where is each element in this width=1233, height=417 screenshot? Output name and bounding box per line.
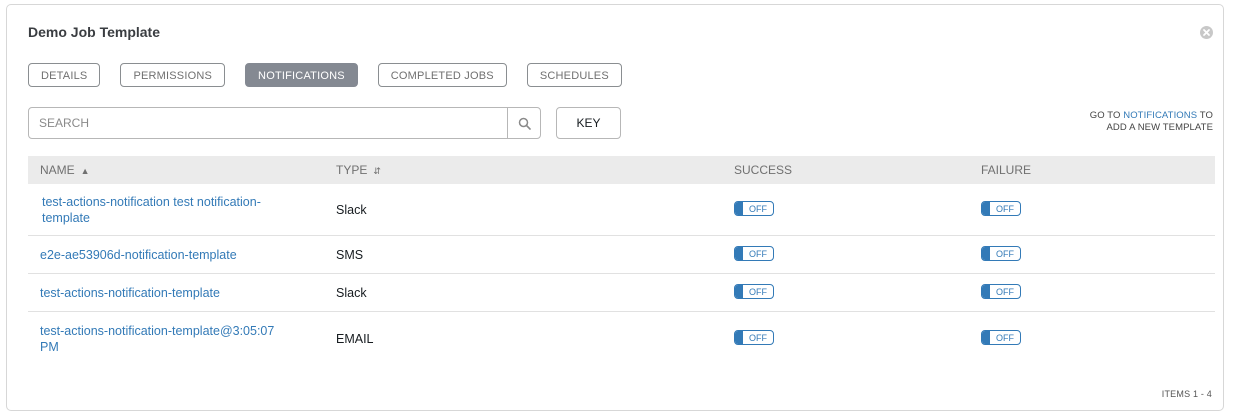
toggle-label: OFF	[996, 203, 1014, 214]
toggle-knob	[982, 331, 990, 344]
tab-schedules[interactable]: SCHEDULES	[526, 63, 622, 87]
success-toggle[interactable]: OFF	[734, 246, 774, 261]
goto-suffix: TO	[1197, 110, 1213, 121]
toggle-knob	[982, 202, 990, 215]
panel-title: Demo Job Template	[28, 24, 160, 40]
header-type[interactable]: TYPE ⇵	[326, 163, 724, 177]
toggle-knob	[735, 247, 743, 260]
success-toggle[interactable]: OFF	[734, 201, 774, 216]
tab-bar: DETAILS PERMISSIONS NOTIFICATIONS COMPLE…	[28, 63, 642, 87]
header-name-label: NAME	[40, 163, 75, 177]
table-header: NAME ▲ TYPE ⇵ SUCCESS FAILURE	[28, 156, 1215, 184]
failure-toggle[interactable]: OFF	[981, 330, 1021, 345]
tab-permissions[interactable]: PERMISSIONS	[120, 63, 226, 87]
toggle-label: OFF	[749, 286, 767, 297]
header-success: SUCCESS	[734, 163, 793, 177]
close-icon[interactable]	[1200, 26, 1213, 39]
search-box	[28, 107, 541, 139]
key-button[interactable]: KEY	[556, 107, 621, 139]
tab-details[interactable]: DETAILS	[28, 63, 101, 87]
goto-line2: ADD A NEW TEMPLATE	[1106, 122, 1213, 133]
search-icon	[518, 117, 531, 130]
tab-notifications[interactable]: NOTIFICATIONS	[245, 63, 358, 87]
toggle-knob	[735, 202, 743, 215]
toggle-label: OFF	[996, 248, 1014, 259]
failure-toggle[interactable]: OFF	[981, 246, 1021, 261]
sort-asc-icon[interactable]: ▲	[81, 166, 90, 176]
items-count: ITEMS 1 - 4	[1161, 389, 1212, 399]
success-toggle[interactable]: OFF	[734, 284, 774, 299]
notification-name-link[interactable]: e2e-ae53906d-notification-template	[40, 247, 326, 263]
toggle-label: OFF	[749, 203, 767, 214]
notification-type: Slack	[336, 285, 367, 300]
table-row: test-actions-notification test notificat…	[28, 184, 1215, 236]
goto-prefix: GO TO	[1089, 110, 1124, 121]
failure-toggle[interactable]: OFF	[981, 284, 1021, 299]
sort-both-icon[interactable]: ⇵	[373, 166, 381, 176]
toggle-knob	[735, 331, 743, 344]
job-template-panel: Demo Job Template DETAILS PERMISSIONS NO…	[6, 4, 1224, 411]
failure-toggle[interactable]: OFF	[981, 201, 1021, 216]
goto-notifications-hint: GO TO NOTIFICATIONS TO ADD A NEW TEMPLAT…	[1090, 110, 1213, 134]
notifications-table: NAME ▲ TYPE ⇵ SUCCESS FAILURE test-actions…	[28, 156, 1215, 365]
notifications-link[interactable]: NOTIFICATIONS	[1123, 110, 1197, 121]
notification-name-link[interactable]: test-actions-notification-template	[40, 285, 326, 301]
toggle-label: OFF	[749, 332, 767, 343]
notification-name-link[interactable]: test-actions-notification-template@3:05:…	[40, 323, 290, 355]
toggle-label: OFF	[996, 286, 1014, 297]
notification-name-link[interactable]: test-actions-notification test notificat…	[42, 194, 262, 226]
search-input[interactable]	[29, 108, 507, 138]
header-type-label: TYPE	[336, 163, 368, 177]
search-button[interactable]	[507, 108, 540, 138]
table-row: e2e-ae53906d-notification-template SMS O…	[28, 236, 1215, 274]
tab-completed-jobs[interactable]: COMPLETED JOBS	[377, 63, 507, 87]
header-name[interactable]: NAME ▲	[28, 163, 326, 177]
notification-type: EMAIL	[336, 331, 374, 346]
toggle-knob	[982, 285, 990, 298]
notification-type: Slack	[336, 202, 367, 217]
header-failure: FAILURE	[981, 163, 1032, 177]
toggle-knob	[735, 285, 743, 298]
table-row: test-actions-notification-template@3:05:…	[28, 312, 1215, 365]
toggle-label: OFF	[749, 248, 767, 259]
toggle-knob	[982, 247, 990, 260]
toggle-label: OFF	[996, 332, 1014, 343]
success-toggle[interactable]: OFF	[734, 330, 774, 345]
table-row: test-actions-notification-template Slack…	[28, 274, 1215, 312]
notification-type: SMS	[336, 247, 364, 262]
